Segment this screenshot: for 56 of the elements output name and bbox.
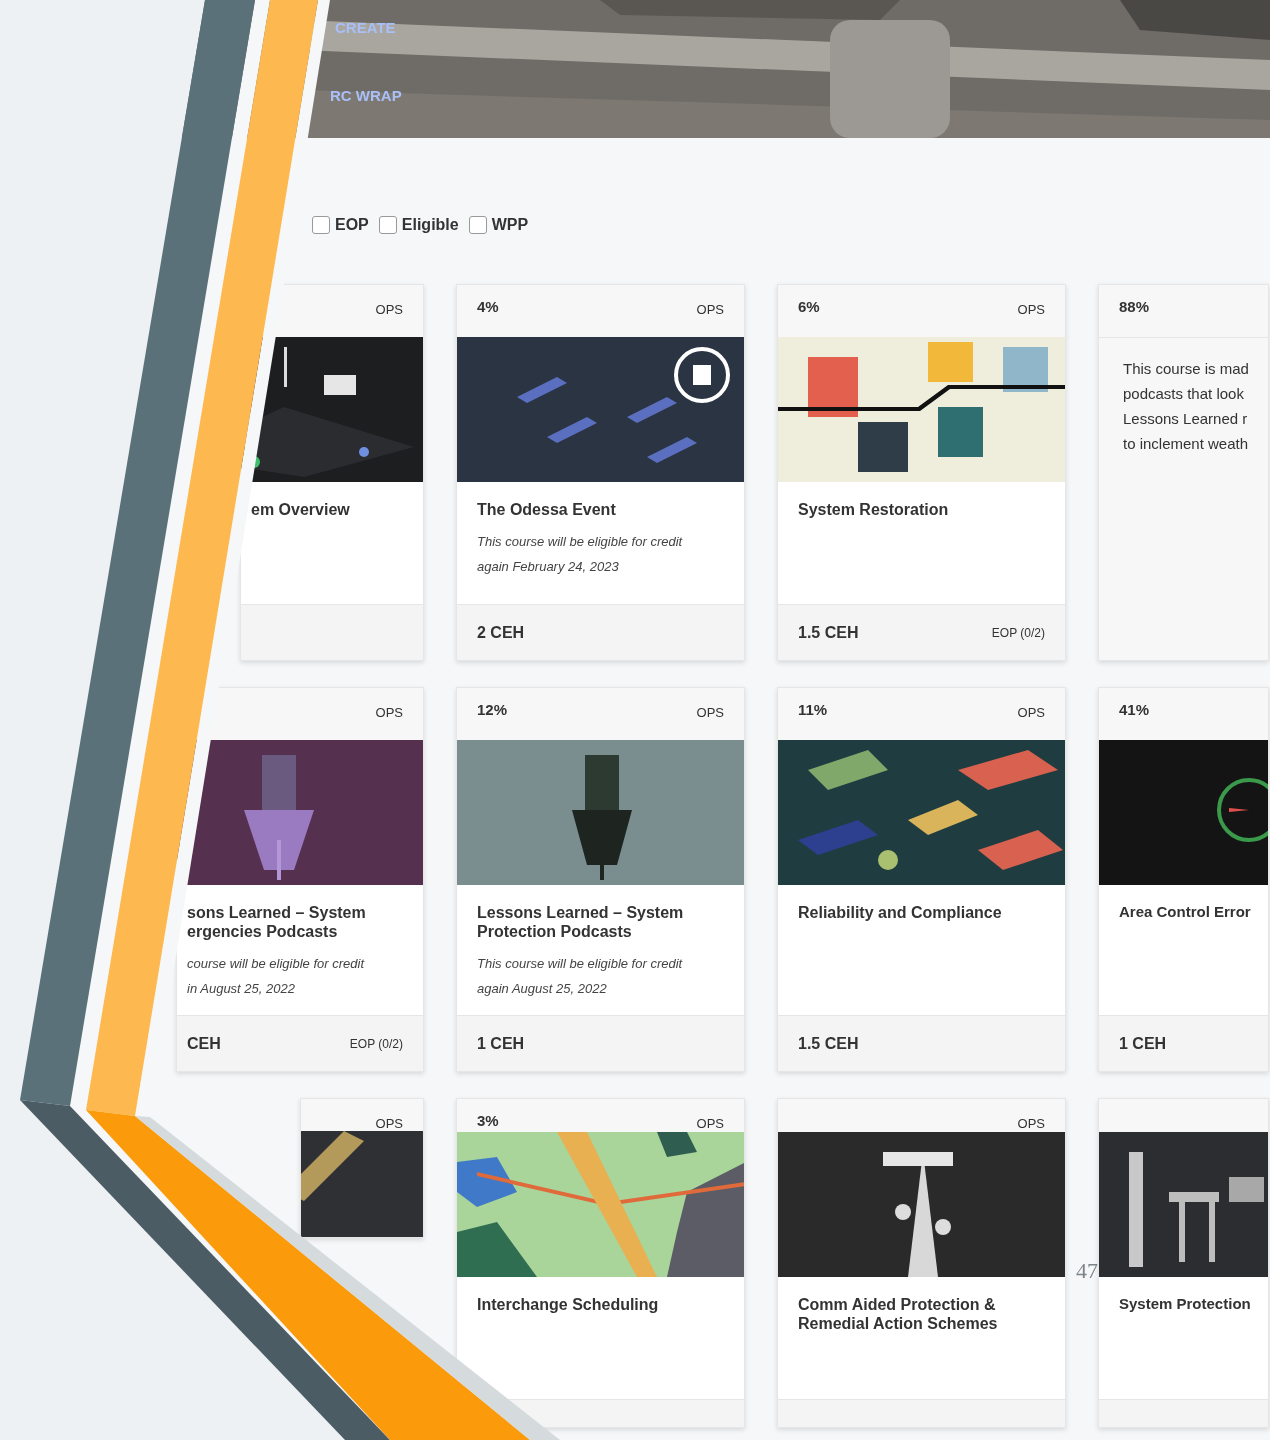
category-tag: OPS bbox=[1017, 705, 1045, 720]
course-title: System Protection bbox=[1119, 1294, 1248, 1313]
course-card[interactable]: 3% OPS Interchange Scheduling bbox=[456, 1098, 745, 1429]
category-tag: OPS bbox=[375, 705, 403, 720]
description-line: Lessons Learned r bbox=[1123, 409, 1249, 429]
course-card[interactable]: 4% OPS The Odessa Event This course will be eligible for credit again February 24, 2023 2 CEH bbox=[456, 284, 745, 661]
course-card[interactable]: 11% OPS Reliability and Compliance 1.5 CEH bbox=[777, 687, 1066, 1073]
course-title: Reliability and Compliance bbox=[798, 903, 1003, 923]
course-card[interactable]: OPS Comm Aided Protection & Remedial Action Schemes bbox=[777, 1098, 1066, 1429]
course-title: sons Learned – System ergencies Podcasts bbox=[187, 903, 367, 942]
progress-percent: 4% bbox=[477, 298, 499, 315]
progress-percent: 41% bbox=[1119, 701, 1150, 718]
description-line: This course is mad bbox=[1123, 359, 1250, 379]
category-tag: OPS bbox=[1017, 1116, 1045, 1132]
course-title: em Overview bbox=[251, 500, 351, 520]
category-tag: OPS bbox=[1017, 302, 1045, 317]
progress-percent: 88% bbox=[1119, 298, 1150, 315]
filter-label: WPP bbox=[491, 216, 529, 234]
credit-hours: CEH bbox=[187, 1034, 221, 1053]
progress-percent: 6% bbox=[798, 298, 820, 315]
course-title: Lessons Learned – System Protection Podcasts bbox=[477, 903, 685, 942]
eop-count: EOP (0/2) bbox=[991, 625, 1045, 640]
progress-percent: 3% bbox=[477, 1112, 499, 1130]
eligibility-note: course will be eligible for credit in August 25, 2022 bbox=[187, 955, 366, 999]
eop-count: EOP (0/2) bbox=[349, 1036, 403, 1051]
eligibility-note: This course will be eligible for credit again August 25, 2022 bbox=[477, 955, 684, 999]
filter-label: Eligible bbox=[401, 216, 459, 234]
category-tag: OPS bbox=[375, 302, 403, 317]
category-tag: OPS bbox=[696, 1116, 724, 1132]
course-card[interactable]: OPS sons Learned – System ergencies Podcasts course will be eligible for credit in August 25, 2022 CEH EOP (0/2) bbox=[176, 687, 424, 1073]
credit-hours: 1.5 CEH bbox=[798, 623, 859, 642]
course-card[interactable]: 88% This course is mad podcasts that look Lessons Learned r to inclement weath bbox=[1098, 284, 1269, 661]
credit-hours: 1.5 CEH bbox=[798, 1034, 859, 1053]
description-line: podcasts that look bbox=[1123, 384, 1245, 404]
eligibility-note: This course will be eligible for credit again February 24, 2023 bbox=[477, 533, 684, 577]
course-title: Interchange Scheduling bbox=[477, 1294, 660, 1315]
course-card[interactable]: System Protection bbox=[1098, 1098, 1269, 1429]
category-tag: OPS bbox=[696, 705, 724, 720]
filter-label: EOP bbox=[335, 216, 369, 234]
course-card[interactable]: 41% Area Control Error 1 CEH bbox=[1098, 687, 1269, 1073]
description-line: to inclement weath bbox=[1123, 434, 1250, 454]
course-title: Comm Aided Protection & Remedial Action Schemes bbox=[798, 1294, 999, 1334]
credit-hours: 2 CEH bbox=[477, 623, 525, 642]
slide-number: 47 bbox=[1076, 1258, 1098, 1284]
credit-hours: 1 CEH bbox=[1119, 1034, 1167, 1053]
credit-hours: 1 CEH bbox=[477, 1034, 525, 1053]
course-card[interactable]: 6% OPS System Restoration 1.5 CEH EOP (0/2) bbox=[777, 284, 1066, 661]
course-title: The Odessa Event bbox=[477, 500, 617, 520]
course-card[interactable]: OPS em Overview bbox=[240, 284, 424, 661]
course-card[interactable]: 12% OPS Lessons Learned – System Protection Podcasts This course will be eligible for credit again August 25, 2022 1 CEH bbox=[456, 687, 745, 1073]
course-title: System Restoration bbox=[798, 500, 950, 520]
progress-percent: 12% bbox=[477, 701, 508, 718]
progress-percent: 11% bbox=[798, 701, 828, 718]
category-tag: OPS bbox=[696, 302, 724, 317]
category-tag: OPS bbox=[375, 1116, 403, 1132]
course-card[interactable]: OPS bbox=[300, 1098, 424, 1239]
